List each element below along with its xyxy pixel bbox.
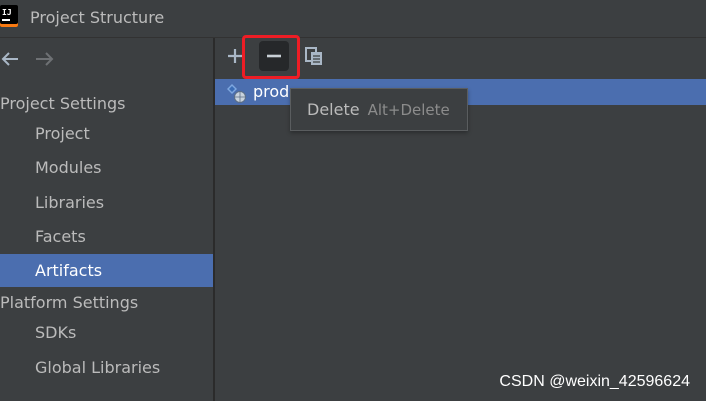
delete-tooltip: Delete Alt+Delete: [290, 88, 468, 131]
project-settings-header: Project Settings: [0, 94, 126, 113]
forward-arrow-icon[interactable]: [34, 48, 56, 70]
sidebar-item-project[interactable]: Project: [0, 117, 213, 150]
artifact-icon: [225, 82, 247, 104]
copy-icon[interactable]: [301, 42, 329, 70]
sidebar-item-libraries[interactable]: Libraries: [0, 186, 213, 219]
sidebar-item-modules[interactable]: Modules: [0, 151, 213, 184]
app-icon-text: IJ: [2, 8, 12, 17]
tooltip-shortcut: Alt+Delete: [367, 101, 450, 119]
artifacts-toolbar: [215, 35, 706, 79]
intellij-app-icon: IJ: [0, 5, 18, 27]
platform-settings-header: Platform Settings: [0, 293, 139, 312]
tooltip-action: Delete: [307, 100, 360, 119]
title-bar: IJ Project Structure: [0, 0, 706, 38]
sidebar-item-facets[interactable]: Facets: [0, 220, 213, 253]
remove-button-highlight: [242, 35, 300, 79]
sidebar-item-global-libraries[interactable]: Global Libraries: [0, 351, 213, 384]
sidebar-item-artifacts[interactable]: Artifacts: [0, 254, 213, 287]
window-title: Project Structure: [30, 8, 165, 27]
sidebar-item-sdks[interactable]: SDKs: [0, 316, 213, 349]
back-arrow-icon[interactable]: [0, 48, 22, 70]
watermark: CSDN @weixin_42596624: [499, 373, 690, 390]
sidebar: Project Settings Project Modules Librari…: [0, 38, 215, 401]
